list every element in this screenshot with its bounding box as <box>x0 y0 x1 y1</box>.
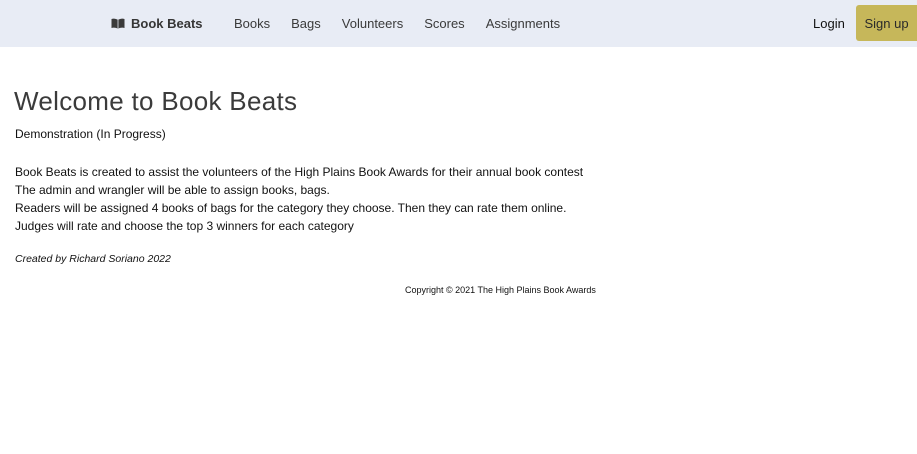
page-title: Welcome to Book Beats <box>14 86 298 116</box>
nav-link-books[interactable]: Books <box>234 16 270 31</box>
author-credit: Created by Richard Soriano 2022 <box>15 253 171 265</box>
top-navbar: Book Beats Books Bags Volunteers Scores … <box>0 0 917 47</box>
nav-links: Books Bags Volunteers Scores Assignments <box>234 0 581 47</box>
nav-link-bags[interactable]: Bags <box>291 16 321 31</box>
description-line: The admin and wrangler will be able to a… <box>15 183 330 197</box>
page-subtitle: Demonstration (In Progress) <box>15 127 166 141</box>
login-link[interactable]: Login <box>813 0 845 47</box>
footer-copyright: Copyright © 2021 The High Plains Book Aw… <box>405 285 596 295</box>
brand-link[interactable]: Book Beats <box>111 0 203 47</box>
nav-link-assignments[interactable]: Assignments <box>486 16 560 31</box>
signup-button[interactable]: Sign up <box>856 5 917 41</box>
nav-link-volunteers[interactable]: Volunteers <box>342 16 403 31</box>
description-block: Book Beats is created to assist the volu… <box>15 163 583 235</box>
description-line: Book Beats is created to assist the volu… <box>15 165 584 179</box>
description-line: Readers will be assigned 4 books of bags… <box>15 201 567 215</box>
nav-link-scores[interactable]: Scores <box>424 16 464 31</box>
description-line: Judges will rate and choose the top 3 wi… <box>15 219 354 233</box>
brand-label: Book Beats <box>131 16 203 31</box>
open-book-icon <box>111 18 125 29</box>
